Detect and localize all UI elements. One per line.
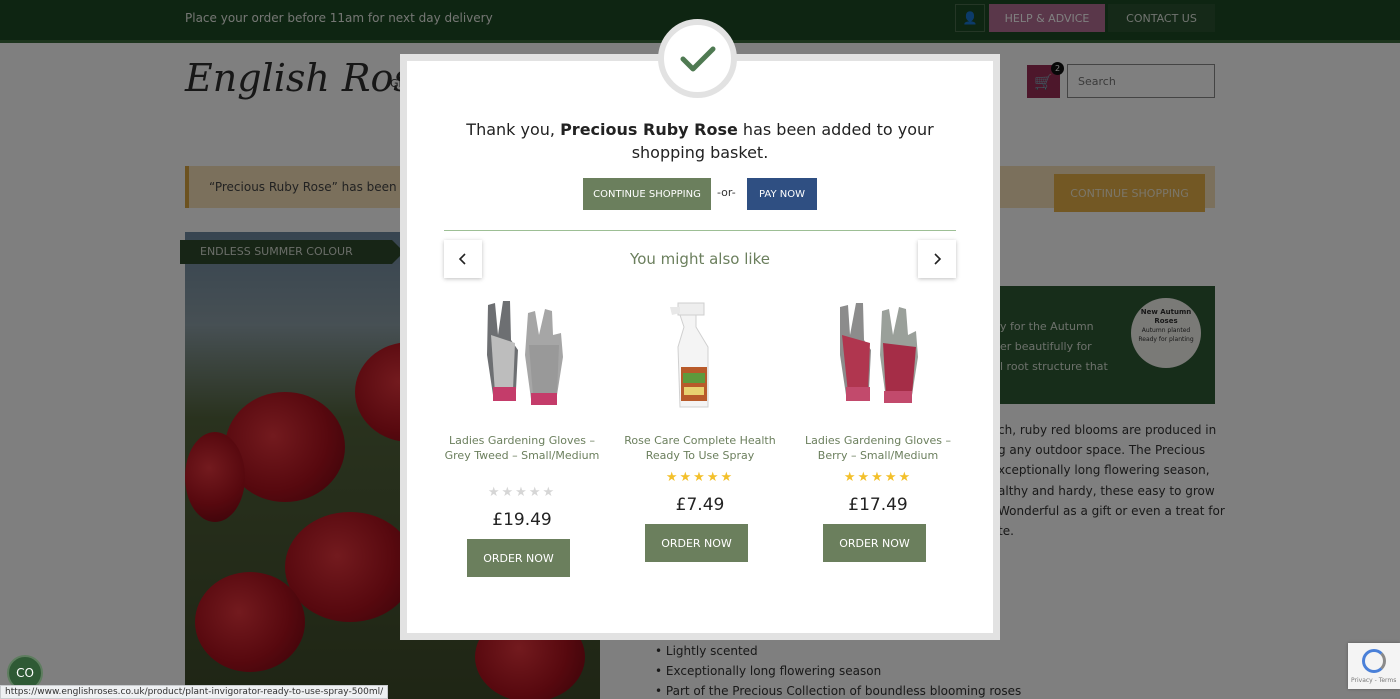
star-icon: ★ <box>706 470 721 485</box>
order-now-button[interactable]: ORDER NOW <box>467 539 570 577</box>
star-icon: ★ <box>898 470 913 485</box>
star-icon: ★ <box>720 470 735 485</box>
order-now-button[interactable]: ORDER NOW <box>645 524 748 562</box>
star-icon: ★ <box>843 470 858 485</box>
star-icon: ★ <box>487 485 502 500</box>
recaptcha-text: Privacy - Terms <box>1351 677 1397 684</box>
rating-stars: ★★★★★ <box>798 470 958 485</box>
modal-message: Thank you, Precious Ruby Rose has been a… <box>440 118 960 164</box>
recaptcha-icon <box>1362 649 1386 673</box>
product-price: £19.49 <box>492 510 552 530</box>
rating-stars: ★★★★★ <box>442 485 602 500</box>
star-icon: ★ <box>884 470 899 485</box>
or-separator: -or- <box>717 186 736 199</box>
order-now-button[interactable]: ORDER NOW <box>823 524 926 562</box>
recommended-product-name[interactable]: Rose Care Complete Health Ready To Use S… <box>620 433 780 463</box>
recommended-product-name[interactable]: Ladies Gardening Gloves – Berry – Small/… <box>798 433 958 463</box>
product-price: £17.49 <box>848 495 908 515</box>
recommended-product-name[interactable]: Ladies Gardening Gloves – Grey Tweed – S… <box>442 433 602 463</box>
star-icon: ★ <box>871 470 885 485</box>
star-icon: ★ <box>665 470 680 485</box>
star-icon: ★ <box>693 470 707 485</box>
star-icon: ★ <box>679 470 694 485</box>
star-icon: ★ <box>528 485 543 500</box>
spray-bottle-image[interactable] <box>650 295 750 415</box>
rating-stars: ★★★★★ <box>620 470 780 485</box>
berry-gloves-image[interactable] <box>828 295 928 415</box>
product-price: £7.49 <box>675 495 725 515</box>
grey-gloves-image[interactable] <box>473 295 573 415</box>
star-icon: ★ <box>501 485 516 500</box>
recaptcha-badge[interactable]: Privacy - Terms <box>1348 643 1400 689</box>
continue-shopping-button[interactable]: CONTINUE SHOPPING <box>583 178 711 210</box>
status-bar-url: https://www.englishroses.co.uk/product/p… <box>0 685 389 699</box>
added-product-name: Precious Ruby Rose <box>560 120 738 139</box>
modal-divider <box>444 230 956 231</box>
also-like-title: You might also like <box>630 250 770 268</box>
star-icon: ★ <box>542 485 557 500</box>
chevron-right-icon[interactable] <box>918 240 956 278</box>
chevron-left-icon[interactable] <box>444 240 482 278</box>
star-icon: ★ <box>857 470 872 485</box>
checkmark-icon <box>658 19 737 98</box>
message-prefix: Thank you, <box>466 120 561 139</box>
pay-now-button[interactable]: PAY NOW <box>747 178 817 210</box>
star-icon: ★ <box>515 485 529 500</box>
